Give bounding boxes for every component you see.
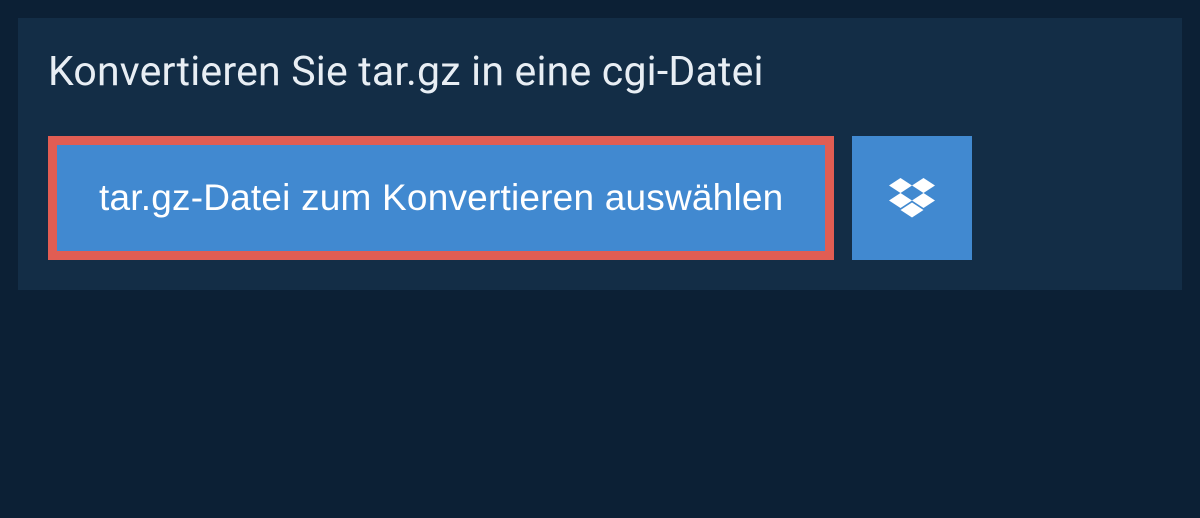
converter-panel: Konvertieren Sie tar.gz in eine cgi-Date…: [18, 18, 1182, 290]
page-title: Konvertieren Sie tar.gz in eine cgi-Date…: [18, 18, 1182, 136]
dropbox-button[interactable]: [852, 136, 972, 260]
button-row: tar.gz-Datei zum Konvertieren auswählen: [18, 136, 1182, 260]
select-file-highlight-border: tar.gz-Datei zum Konvertieren auswählen: [48, 136, 834, 260]
dropbox-icon: [889, 178, 935, 218]
select-file-button[interactable]: tar.gz-Datei zum Konvertieren auswählen: [57, 145, 825, 251]
